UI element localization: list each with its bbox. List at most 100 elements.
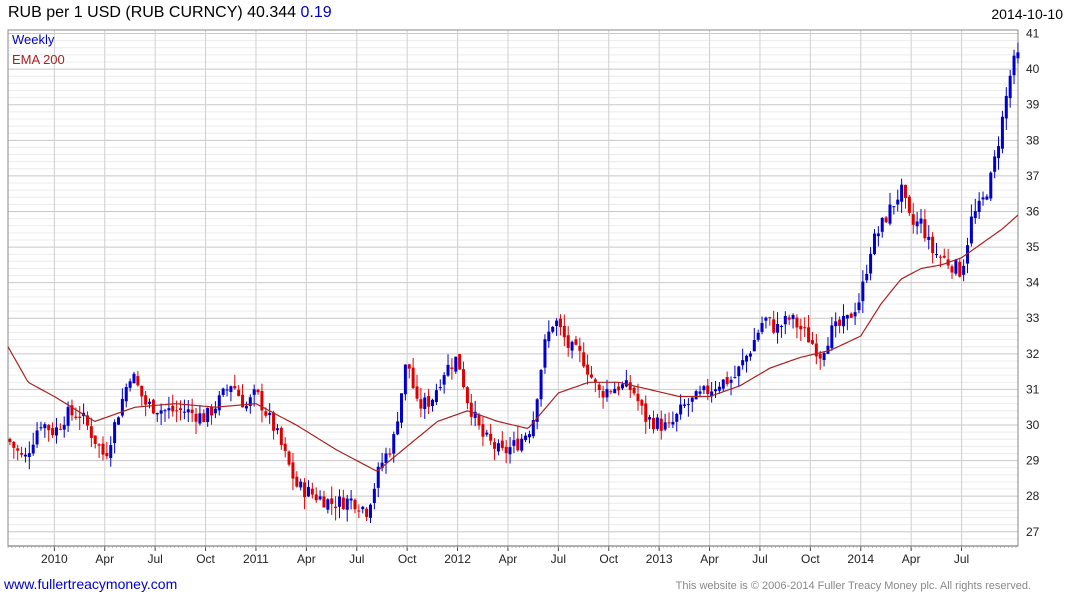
x-tick-label: 2011	[243, 552, 269, 566]
candle-down	[787, 317, 791, 320]
y-tick-label: 29	[1026, 454, 1040, 468]
candle-up	[396, 421, 400, 435]
candle-up	[43, 424, 47, 429]
candle-down	[388, 453, 392, 455]
candle-up	[512, 440, 516, 446]
candle-down	[807, 327, 811, 343]
candle-down	[803, 327, 807, 329]
candle-up	[206, 407, 210, 422]
candle-up	[605, 389, 609, 398]
candle-down	[818, 353, 822, 359]
candle-down	[264, 411, 268, 416]
candle-up	[655, 417, 659, 429]
candle-up	[337, 496, 341, 507]
y-tick-label: 37	[1026, 169, 1040, 183]
candle-up	[109, 445, 113, 459]
candle-down	[942, 255, 946, 258]
candle-up	[252, 389, 256, 395]
website-link[interactable]: www.fullertreacymoney.com	[4, 576, 177, 592]
x-tick-label: 2010	[41, 552, 68, 566]
candle-up	[368, 504, 372, 518]
candle-down	[938, 256, 942, 258]
candle-down	[365, 508, 369, 517]
candle-up	[853, 312, 857, 317]
candle-up	[539, 370, 543, 400]
y-tick-label: 31	[1026, 382, 1040, 396]
candle-up	[783, 315, 787, 325]
candle-up	[1004, 95, 1008, 119]
candle-down	[237, 389, 241, 397]
candle-up	[845, 314, 849, 319]
candle-up	[213, 408, 217, 414]
candle-up	[1000, 116, 1004, 149]
y-tick-label: 36	[1026, 204, 1040, 218]
candle-up	[547, 331, 551, 342]
y-tick-label: 30	[1026, 418, 1040, 432]
candle-down	[20, 452, 24, 455]
candle-up	[764, 317, 768, 321]
candle-up	[892, 206, 896, 208]
candle-up	[148, 401, 152, 404]
candle-down	[279, 427, 283, 445]
candle-down	[636, 393, 640, 402]
candle-up	[299, 481, 303, 488]
y-tick-label: 33	[1026, 311, 1040, 325]
candle-down	[810, 340, 814, 344]
candle-down	[171, 405, 175, 412]
candle-up	[454, 356, 458, 372]
candle-up	[326, 499, 330, 510]
candle-up	[1012, 55, 1016, 76]
candle-down	[931, 236, 935, 254]
candle-down	[768, 317, 772, 319]
candle-down	[210, 407, 214, 416]
candle-down	[190, 409, 194, 414]
candle-down	[74, 416, 78, 419]
copyright-text: This website is © 2006-2014 Fuller Treac…	[675, 580, 1031, 592]
candle-down	[314, 494, 318, 501]
candle-down	[175, 410, 179, 412]
candle-up	[217, 395, 221, 411]
candle-up	[694, 391, 698, 400]
candle-up	[620, 384, 624, 389]
candle-down	[601, 391, 605, 398]
candle-down	[89, 426, 93, 438]
candle-down	[179, 408, 183, 411]
x-tick-label: Oct	[599, 552, 618, 566]
candle-up	[969, 216, 973, 244]
candle-up	[54, 427, 58, 436]
candle-up	[776, 324, 780, 333]
candle-up	[508, 447, 512, 455]
candle-up	[733, 377, 737, 379]
candle-up	[167, 408, 171, 411]
x-tick-label: Apr	[297, 552, 316, 566]
candle-up	[760, 323, 764, 332]
candle-up	[834, 321, 838, 327]
candle-down	[47, 424, 51, 431]
candle-up	[551, 326, 555, 332]
candle-down	[849, 313, 853, 318]
candle-down	[516, 438, 520, 451]
candle-down	[477, 414, 481, 426]
candle-down	[911, 214, 915, 225]
candle-down	[799, 325, 803, 330]
candle-up	[962, 265, 966, 275]
x-tick-label: Jul	[147, 552, 162, 566]
candle-up	[779, 325, 783, 327]
y-tick-label: 35	[1026, 240, 1040, 254]
candle-down	[644, 403, 648, 422]
candle-up	[384, 453, 388, 464]
candle-down	[617, 386, 621, 391]
x-tick-label: Jul	[551, 552, 566, 566]
candle-up	[973, 211, 977, 219]
candle-down	[334, 506, 338, 509]
x-tick-label: Jul	[954, 552, 969, 566]
candle-up	[31, 444, 35, 454]
candle-up	[39, 427, 43, 429]
candle-up	[423, 397, 427, 410]
candle-up	[663, 422, 667, 430]
y-tick-label: 38	[1026, 133, 1040, 147]
candle-down	[795, 317, 799, 328]
candle-down	[578, 345, 582, 351]
candle-up	[198, 413, 202, 424]
candle-down	[489, 433, 493, 441]
